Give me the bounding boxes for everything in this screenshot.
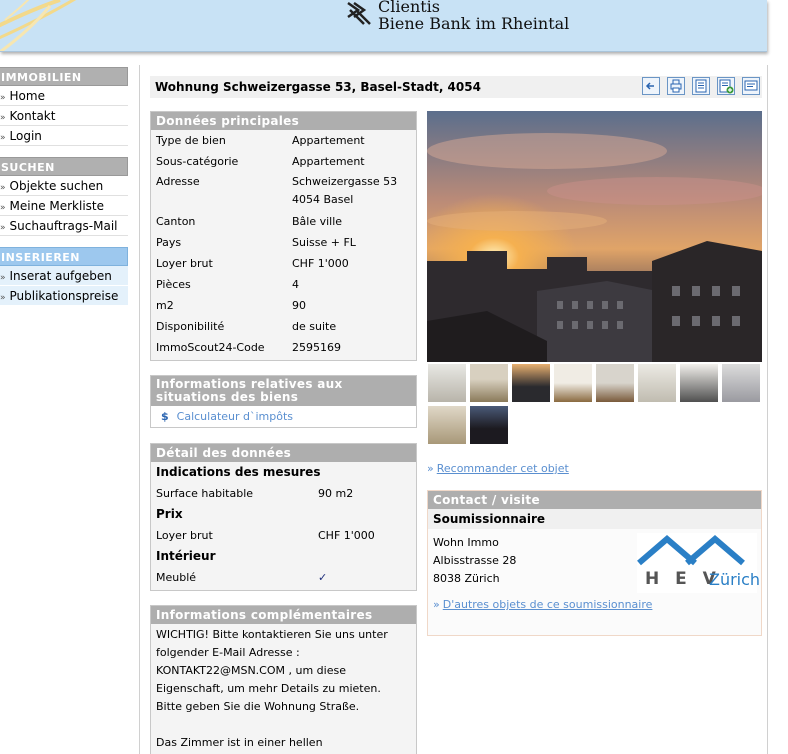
listing-title: Wohnung Schweizergasse 53, Basel-Stadt, … bbox=[155, 80, 481, 94]
listing-title-bar: Wohnung Schweizergasse 53, Basel-Stadt, … bbox=[150, 76, 762, 98]
site-header: Clientis Biene Bank im Rheintal bbox=[0, 0, 767, 52]
thumbnail[interactable] bbox=[679, 363, 719, 403]
sidebar-item-inserat-aufgeben[interactable]: » Inserat aufgeben bbox=[0, 266, 128, 286]
thumbnail[interactable] bbox=[469, 405, 509, 445]
clientis-logo-icon bbox=[347, 1, 371, 25]
sidebar-item-kontakt[interactable]: » Kontakt bbox=[0, 106, 128, 126]
bullet-icon: » bbox=[0, 133, 6, 143]
thumbnail[interactable] bbox=[721, 363, 761, 403]
thumbnail[interactable] bbox=[553, 363, 593, 403]
thumbnail[interactable] bbox=[427, 363, 467, 403]
data-row: Sous-catégorie Appartement bbox=[156, 155, 365, 168]
listing-toolbar bbox=[642, 77, 760, 95]
more-objects-link[interactable]: » D'autres objets de ce soumissionnaire bbox=[433, 597, 652, 613]
sidebar: IMMOBILIEN » Home » Kontakt » Login SUCHEN … bbox=[0, 67, 128, 306]
bullet-icon: » bbox=[0, 273, 6, 283]
sidebar-heading-inserieren: INSERIEREN bbox=[0, 247, 128, 266]
data-row: Pays Suisse + FL bbox=[156, 236, 356, 249]
contact-heading: Contact / visite bbox=[428, 491, 761, 509]
recommend-link[interactable]: » Recommander cet objet bbox=[427, 461, 569, 477]
measures-heading: Indications des mesures bbox=[156, 465, 321, 479]
situation-box: Informations relatives aux situations de… bbox=[150, 375, 417, 428]
data-row: Disponibilité de suite bbox=[156, 320, 337, 333]
extra-info-box: Informations complémentaires WICHTIG! Bi… bbox=[150, 605, 417, 754]
submitter-address: Wohn Immo Albisstrasse 28 8038 Zürich bbox=[433, 536, 517, 585]
data-row: Canton Bâle ville bbox=[156, 215, 343, 228]
print-icon[interactable] bbox=[667, 77, 685, 95]
bullet-icon: » bbox=[0, 93, 6, 103]
data-row: Loyer brut CHF 1'000 bbox=[156, 257, 349, 270]
main-photo[interactable] bbox=[427, 111, 762, 362]
sidebar-item-objekte-suchen[interactable]: » Objekte suchen bbox=[0, 176, 128, 196]
data-row: Loyer brut CHF 1'000 bbox=[156, 529, 375, 542]
brand-subtitle: Biene Bank im Rheintal bbox=[378, 14, 570, 33]
dollar-icon: $ bbox=[161, 410, 169, 423]
bullet-icon: » bbox=[427, 462, 434, 475]
bullet-icon: » bbox=[0, 203, 6, 213]
hev-roof-icon bbox=[637, 535, 745, 566]
tax-calculator-link[interactable]: $ Calculateur d`impôts bbox=[151, 406, 416, 428]
thumbnail[interactable] bbox=[427, 405, 467, 445]
interior-heading: Intérieur bbox=[156, 549, 216, 563]
data-row: Type de bien Appartement bbox=[156, 134, 365, 147]
brand[interactable]: Clientis Biene Bank im Rheintal bbox=[346, 0, 569, 33]
main-data-box: Données principales Type de bien Appartem… bbox=[150, 111, 417, 361]
thumbnail[interactable] bbox=[469, 363, 509, 403]
back-icon[interactable] bbox=[642, 77, 660, 95]
price-heading: Prix bbox=[156, 507, 183, 521]
details-heading: Détail des données bbox=[151, 444, 416, 462]
situation-heading: Informations relatives aux situations de… bbox=[151, 376, 416, 406]
thumbnail[interactable] bbox=[511, 363, 551, 403]
bullet-icon: » bbox=[0, 293, 6, 303]
thumbnail[interactable] bbox=[595, 363, 635, 403]
thumbnail[interactable] bbox=[637, 363, 677, 403]
data-row: Pièces 4 bbox=[156, 278, 299, 291]
sidebar-item-home[interactable]: » Home bbox=[0, 86, 128, 106]
hev-logo-city: Zürich bbox=[709, 570, 761, 589]
sidebar-item-publikationspreise[interactable]: » Publikationspreise bbox=[0, 286, 128, 306]
bullet-icon: » bbox=[0, 183, 6, 193]
sidebar-heading-immobilien: IMMOBILIEN bbox=[0, 67, 128, 86]
data-row: Adresse Schweizergasse 53 4054 Basel bbox=[156, 175, 398, 206]
data-row: ImmoScout24-Code 2595169 bbox=[156, 341, 341, 354]
submitter-heading: Soumissionnaire bbox=[428, 509, 761, 529]
message-icon[interactable] bbox=[742, 77, 760, 95]
check-icon: ✓ bbox=[318, 571, 328, 584]
data-row: m2 90 bbox=[156, 299, 306, 312]
details-box: Détail des données Indications des mesur… bbox=[150, 443, 417, 591]
main-data-heading: Données principales bbox=[151, 112, 416, 130]
sidebar-item-login[interactable]: » Login bbox=[0, 126, 128, 146]
contact-box: Contact / visite Soumissionnaire Wohn Im… bbox=[427, 490, 762, 636]
bullet-icon: » bbox=[433, 598, 440, 611]
brand-name: Clientis bbox=[378, 0, 441, 16]
data-row: Meublé ✓ bbox=[151, 567, 416, 588]
data-row: Surface habitable 90 m2 bbox=[156, 487, 354, 500]
list-icon[interactable] bbox=[692, 77, 710, 95]
add-to-list-icon[interactable] bbox=[717, 77, 735, 95]
header-decoration-icon bbox=[0, 0, 77, 51]
bullet-icon: » bbox=[0, 113, 6, 123]
bullet-icon: » bbox=[0, 223, 6, 233]
extra-info-text: WICHTIG! Bitte kontaktieren Sie uns unte… bbox=[156, 628, 388, 749]
sidebar-item-suchauftrags-mail[interactable]: » Suchauftrags-Mail bbox=[0, 216, 128, 236]
sidebar-heading-suchen: SUCHEN bbox=[0, 157, 128, 176]
extra-info-heading: Informations complémentaires bbox=[151, 606, 416, 624]
sidebar-item-merkliste[interactable]: » Meine Merkliste bbox=[0, 196, 128, 216]
hev-logo[interactable]: H E V Zürich bbox=[637, 533, 761, 593]
